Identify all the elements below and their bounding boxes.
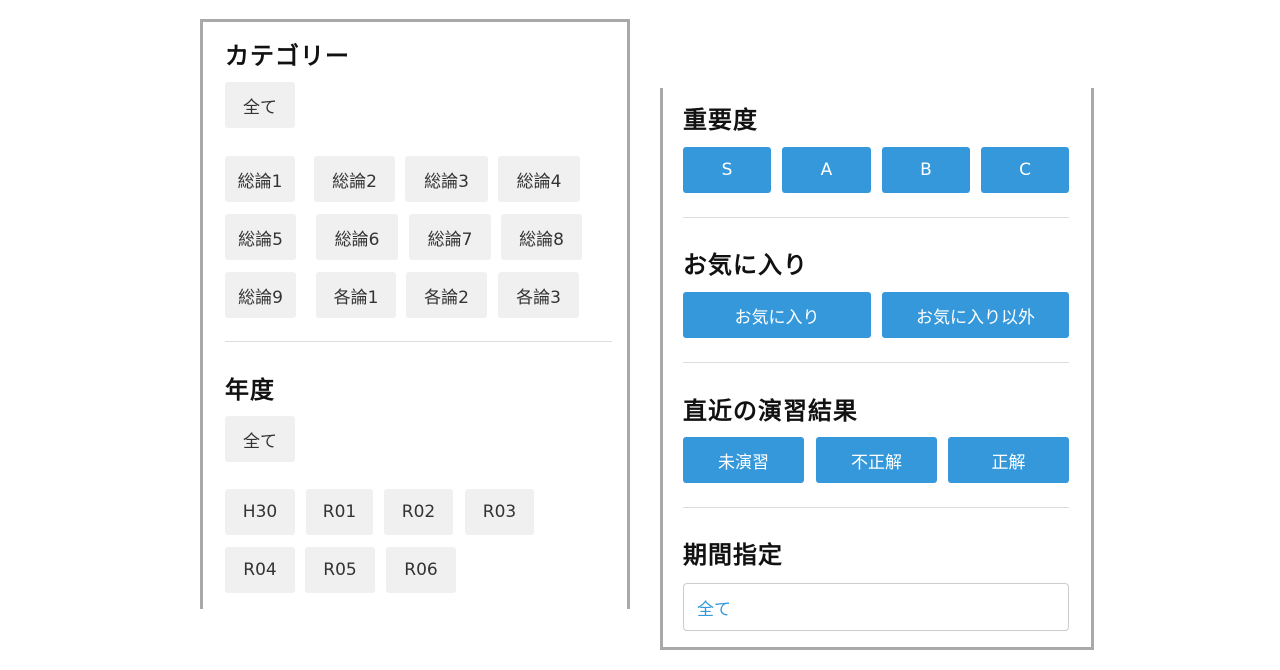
- year-chip[interactable]: R03: [465, 489, 534, 535]
- category-chip[interactable]: 総論4: [498, 156, 580, 202]
- category-all-button[interactable]: 全て: [225, 82, 295, 128]
- year-chip[interactable]: R05: [305, 547, 375, 593]
- importance-b-button[interactable]: B: [882, 147, 970, 193]
- section-divider: [683, 362, 1069, 363]
- period-heading: 期間指定: [683, 541, 783, 569]
- importance-a-button[interactable]: A: [782, 147, 871, 193]
- year-chip[interactable]: R01: [306, 489, 373, 535]
- importance-s-button[interactable]: S: [683, 147, 771, 193]
- favorites-button[interactable]: お気に入り: [683, 292, 871, 338]
- section-divider: [683, 507, 1069, 508]
- section-divider: [683, 217, 1069, 218]
- category-heading: カテゴリー: [225, 42, 350, 70]
- category-chip[interactable]: 各論2: [406, 272, 487, 318]
- correct-button[interactable]: 正解: [948, 437, 1069, 483]
- category-chip[interactable]: 総論7: [409, 214, 491, 260]
- category-chip[interactable]: 総論3: [405, 156, 488, 202]
- section-divider: [225, 341, 612, 342]
- category-chip[interactable]: 総論5: [225, 214, 296, 260]
- category-chip[interactable]: 総論2: [314, 156, 395, 202]
- incorrect-button[interactable]: 不正解: [816, 437, 937, 483]
- unpracticed-button[interactable]: 未演習: [683, 437, 804, 483]
- category-chip[interactable]: 総論9: [225, 272, 296, 318]
- filter-panel-left: カテゴリー 全て 総論1 総論2 総論3 総論4 総論5 総論6 総論7 総論8…: [200, 19, 630, 609]
- category-chip[interactable]: 総論8: [501, 214, 582, 260]
- importance-heading: 重要度: [683, 106, 758, 134]
- year-all-button[interactable]: 全て: [225, 416, 295, 462]
- year-chip[interactable]: H30: [225, 489, 295, 535]
- filter-panel-right: 重要度 S A B C お気に入り お気に入り お気に入り以外 直近の演習結果 …: [660, 88, 1094, 650]
- favorites-heading: お気に入り: [683, 251, 808, 279]
- category-chip[interactable]: 各論3: [498, 272, 579, 318]
- importance-c-button[interactable]: C: [981, 147, 1069, 193]
- period-select[interactable]: 全て: [683, 583, 1069, 631]
- year-chip[interactable]: R02: [384, 489, 453, 535]
- year-chip[interactable]: R04: [225, 547, 295, 593]
- recent-result-heading: 直近の演習結果: [683, 397, 858, 425]
- non-favorites-button[interactable]: お気に入り以外: [882, 292, 1069, 338]
- category-chip[interactable]: 総論1: [225, 156, 295, 202]
- category-chip[interactable]: 各論1: [316, 272, 396, 318]
- year-chip[interactable]: R06: [386, 547, 456, 593]
- year-heading: 年度: [225, 376, 275, 404]
- category-chip[interactable]: 総論6: [316, 214, 398, 260]
